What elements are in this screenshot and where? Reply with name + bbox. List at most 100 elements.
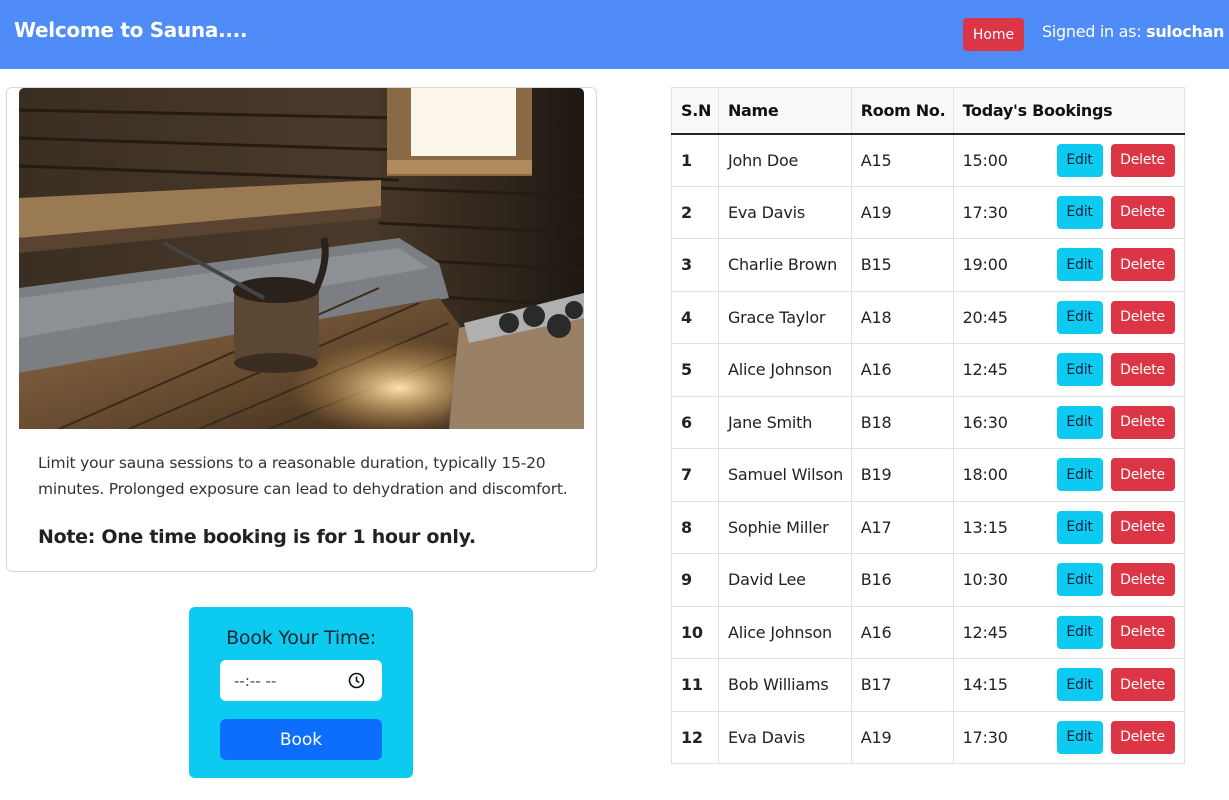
booking-time: 10:30 [962,570,1008,590]
cell-booking: 12:45 Edit Delete [952,605,1186,659]
time-placeholder: --:-- -- [234,671,277,690]
cell-sn: 4 [671,290,719,344]
table-row: 9 David Lee B16 10:30 Edit Delete [671,553,1186,607]
edit-button[interactable]: Edit [1056,668,1103,701]
cell-room: B17 [850,658,954,712]
edit-button[interactable]: Edit [1056,458,1103,491]
table-row: 5 Alice Johnson A16 12:45 Edit Delete [671,343,1186,397]
delete-button[interactable]: Delete [1110,720,1175,754]
delete-button[interactable]: Delete [1110,353,1175,386]
signed-in-text: Signed in as: sulochan [1042,22,1224,41]
cell-sn: 6 [671,395,719,449]
delete-button[interactable]: Delete [1110,563,1175,596]
booking-panel: Book Your Time: --:-- -- Book [189,607,413,778]
clock-icon[interactable] [348,672,365,689]
table-row: 12 Eva Davis A19 17:30 Edit Delete [671,710,1186,764]
edit-button[interactable]: Edit [1056,143,1103,177]
delete-button[interactable]: Delete [1110,195,1175,229]
cell-name: Sophie Miller [717,500,852,554]
cell-booking: 19:00 Edit Delete [952,238,1186,292]
table-row: 10 Alice Johnson A16 12:45 Edit Delete [671,605,1186,659]
edit-button[interactable]: Edit [1056,510,1103,544]
username: sulochan [1146,22,1225,41]
cell-name: John Doe [717,133,852,187]
delete-button[interactable]: Delete [1110,615,1175,649]
cell-room: A17 [850,500,954,554]
edit-button[interactable]: Edit [1056,353,1103,386]
cell-sn: 12 [671,710,719,764]
delete-button[interactable]: Delete [1110,510,1175,544]
edit-button[interactable]: Edit [1056,563,1103,596]
booking-time: 12:45 [962,360,1008,380]
cell-room: B16 [850,553,954,607]
table-row: 3 Charlie Brown B15 19:00 Edit Delete [671,238,1186,292]
booking-time: 18:00 [962,465,1008,485]
cell-name: Charlie Brown [717,238,852,292]
edit-button[interactable]: Edit [1056,195,1103,229]
cell-sn: 10 [671,605,719,659]
cell-sn: 5 [671,343,719,397]
cell-sn: 8 [671,500,719,554]
header-sn: S.N [671,87,719,135]
booking-time: 17:30 [962,202,1008,222]
edit-button[interactable]: Edit [1056,300,1103,334]
cell-booking: 12:45 Edit Delete [952,343,1186,397]
info-card: Limit your sauna sessions to a reasonabl… [6,87,597,572]
cell-room: A16 [850,605,954,659]
booking-time: 19:00 [962,255,1008,275]
bookings-table: S.N Name Room No. Today's Bookings 1 John… [671,87,1186,764]
cell-booking: 16:30 Edit Delete [952,395,1186,449]
navbar: Welcome to Sauna.... Home Signed in as: … [0,0,1229,69]
cell-room: A18 [850,290,954,344]
edit-button[interactable]: Edit [1056,248,1103,281]
time-input[interactable]: --:-- -- [220,660,382,701]
booking-time: 14:15 [962,675,1008,695]
cell-sn: 2 [671,185,719,239]
header-room: Room No. [850,87,954,135]
cell-name: Bob Williams [717,658,852,712]
cell-name: David Lee [717,553,852,607]
cell-name: Jane Smith [717,395,852,449]
booking-time: 20:45 [962,307,1008,327]
cell-booking: 17:30 Edit Delete [952,185,1186,239]
cell-name: Alice Johnson [717,343,852,397]
delete-button[interactable]: Delete [1110,248,1175,281]
header-name: Name [717,87,852,135]
cell-room: A16 [850,343,954,397]
cell-name: Eva Davis [717,710,852,764]
edit-button[interactable]: Edit [1056,405,1103,439]
table-row: 7 Samuel Wilson B19 18:00 Edit Delete [671,448,1186,502]
signed-in-label: Signed in as: [1042,22,1142,41]
cell-booking: 20:45 Edit Delete [952,290,1186,344]
table-row: 1 John Doe A15 15:00 Edit Delete [671,133,1186,187]
cell-sn: 11 [671,658,719,712]
cell-room: B19 [850,448,954,502]
table-row: 4 Grace Taylor A18 20:45 Edit Delete [671,290,1186,344]
table-row: 6 Jane Smith B18 16:30 Edit Delete [671,395,1186,449]
booking-title: Book Your Time: [226,627,376,649]
cell-sn: 3 [671,238,719,292]
cell-booking: 10:30 Edit Delete [952,553,1186,607]
cell-room: A15 [850,133,954,187]
cell-room: A19 [850,185,954,239]
booking-time: 17:30 [962,727,1008,747]
delete-button[interactable]: Delete [1110,300,1175,334]
delete-button[interactable]: Delete [1110,405,1175,439]
cell-booking: 18:00 Edit Delete [952,448,1186,502]
cell-name: Alice Johnson [717,605,852,659]
header-bookings: Today's Bookings [952,87,1186,135]
brand-title[interactable]: Welcome to Sauna.... [14,18,248,42]
delete-button[interactable]: Delete [1110,143,1175,177]
book-button[interactable]: Book [220,719,382,760]
edit-button[interactable]: Edit [1056,615,1103,649]
booking-time: 15:00 [962,150,1008,170]
cell-name: Samuel Wilson [717,448,852,502]
cell-room: B15 [850,238,954,292]
cell-name: Eva Davis [717,185,852,239]
edit-button[interactable]: Edit [1056,720,1103,754]
home-button[interactable]: Home [963,18,1024,51]
delete-button[interactable]: Delete [1110,458,1175,491]
cell-sn: 9 [671,553,719,607]
cell-room: A19 [850,710,954,764]
delete-button[interactable]: Delete [1110,668,1175,701]
